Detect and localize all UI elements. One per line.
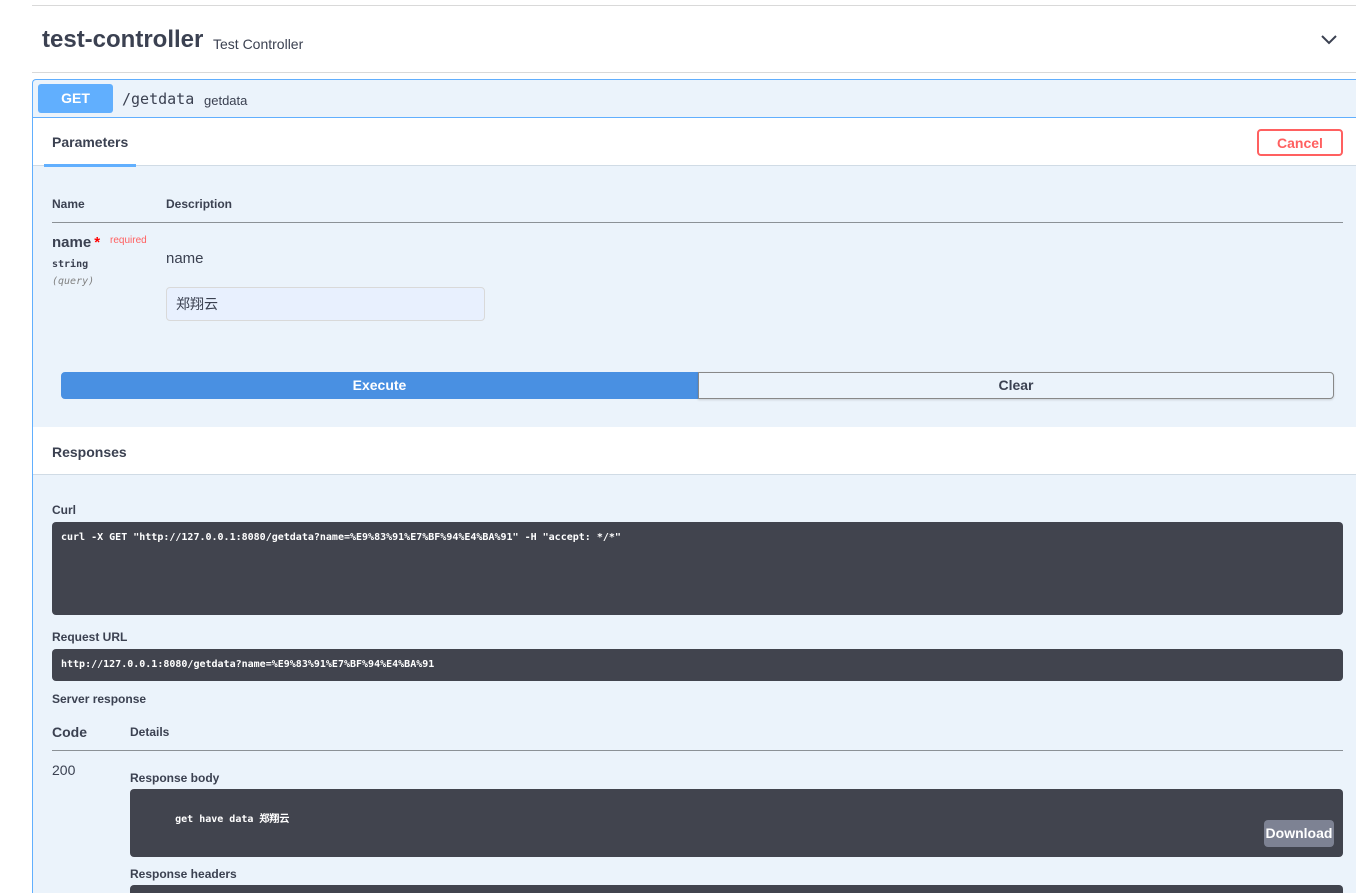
response-headers-block[interactable] xyxy=(130,885,1343,893)
response-status-code: 200 xyxy=(52,762,76,778)
tag-name: test-controller xyxy=(42,26,204,53)
param-name: name * xyxy=(52,234,100,251)
request-url-block[interactable]: http://127.0.0.1:8080/getdata?name=%E9%8… xyxy=(52,649,1343,681)
operation-summary[interactable]: GET /getdata getdata xyxy=(33,80,1356,118)
tag-section-header[interactable]: test-controller Test Controller xyxy=(32,5,1356,73)
method-badge: GET xyxy=(38,84,113,113)
responses-title: Responses xyxy=(52,444,127,460)
request-url-label: Request URL xyxy=(52,630,128,644)
response-body-text: get have data 郑翔云 xyxy=(175,814,290,825)
curl-label: Curl xyxy=(52,503,76,517)
response-body-label: Response body xyxy=(130,771,220,785)
response-table-divider xyxy=(52,750,1343,751)
clear-button[interactable]: Clear xyxy=(698,372,1334,399)
curl-command-block[interactable]: curl -X GET "http://127.0.0.1:8080/getda… xyxy=(52,522,1343,615)
server-response-label: Server response xyxy=(52,692,147,706)
column-header-description: Description xyxy=(166,197,233,211)
response-body-block[interactable]: get have data 郑翔云 Download xyxy=(130,789,1343,857)
operation-summary-text: getdata xyxy=(204,93,248,108)
param-name-label: name xyxy=(52,234,92,251)
column-header-name: Name xyxy=(52,197,85,211)
param-location: (query) xyxy=(52,276,95,287)
code-column-header: Code xyxy=(52,724,87,740)
required-star: * xyxy=(94,234,101,251)
param-description: name xyxy=(166,250,204,267)
operation-path: /getdata xyxy=(122,90,195,108)
download-button[interactable]: Download xyxy=(1264,820,1334,847)
execute-button[interactable]: Execute xyxy=(61,372,698,399)
swagger-page: test-controller Test Controller GET /get… xyxy=(0,0,1356,893)
chevron-down-icon[interactable] xyxy=(1320,32,1338,46)
response-headers-label: Response headers xyxy=(130,867,237,881)
param-name-input[interactable] xyxy=(166,287,485,321)
details-column-header: Details xyxy=(130,725,170,739)
tag-description: Test Controller xyxy=(213,36,304,52)
parameters-header: Parameters Cancel xyxy=(33,118,1356,167)
tab-parameters[interactable]: Parameters xyxy=(44,118,137,167)
param-type: string xyxy=(52,259,89,270)
responses-header: Responses xyxy=(33,427,1356,475)
operation-block: GET /getdata getdata Parameters Cancel N… xyxy=(32,79,1356,893)
param-required-label: required xyxy=(110,235,147,246)
cancel-button[interactable]: Cancel xyxy=(1257,129,1343,156)
parameters-divider xyxy=(52,222,1343,223)
execute-wrapper: Execute Clear xyxy=(61,372,1334,399)
